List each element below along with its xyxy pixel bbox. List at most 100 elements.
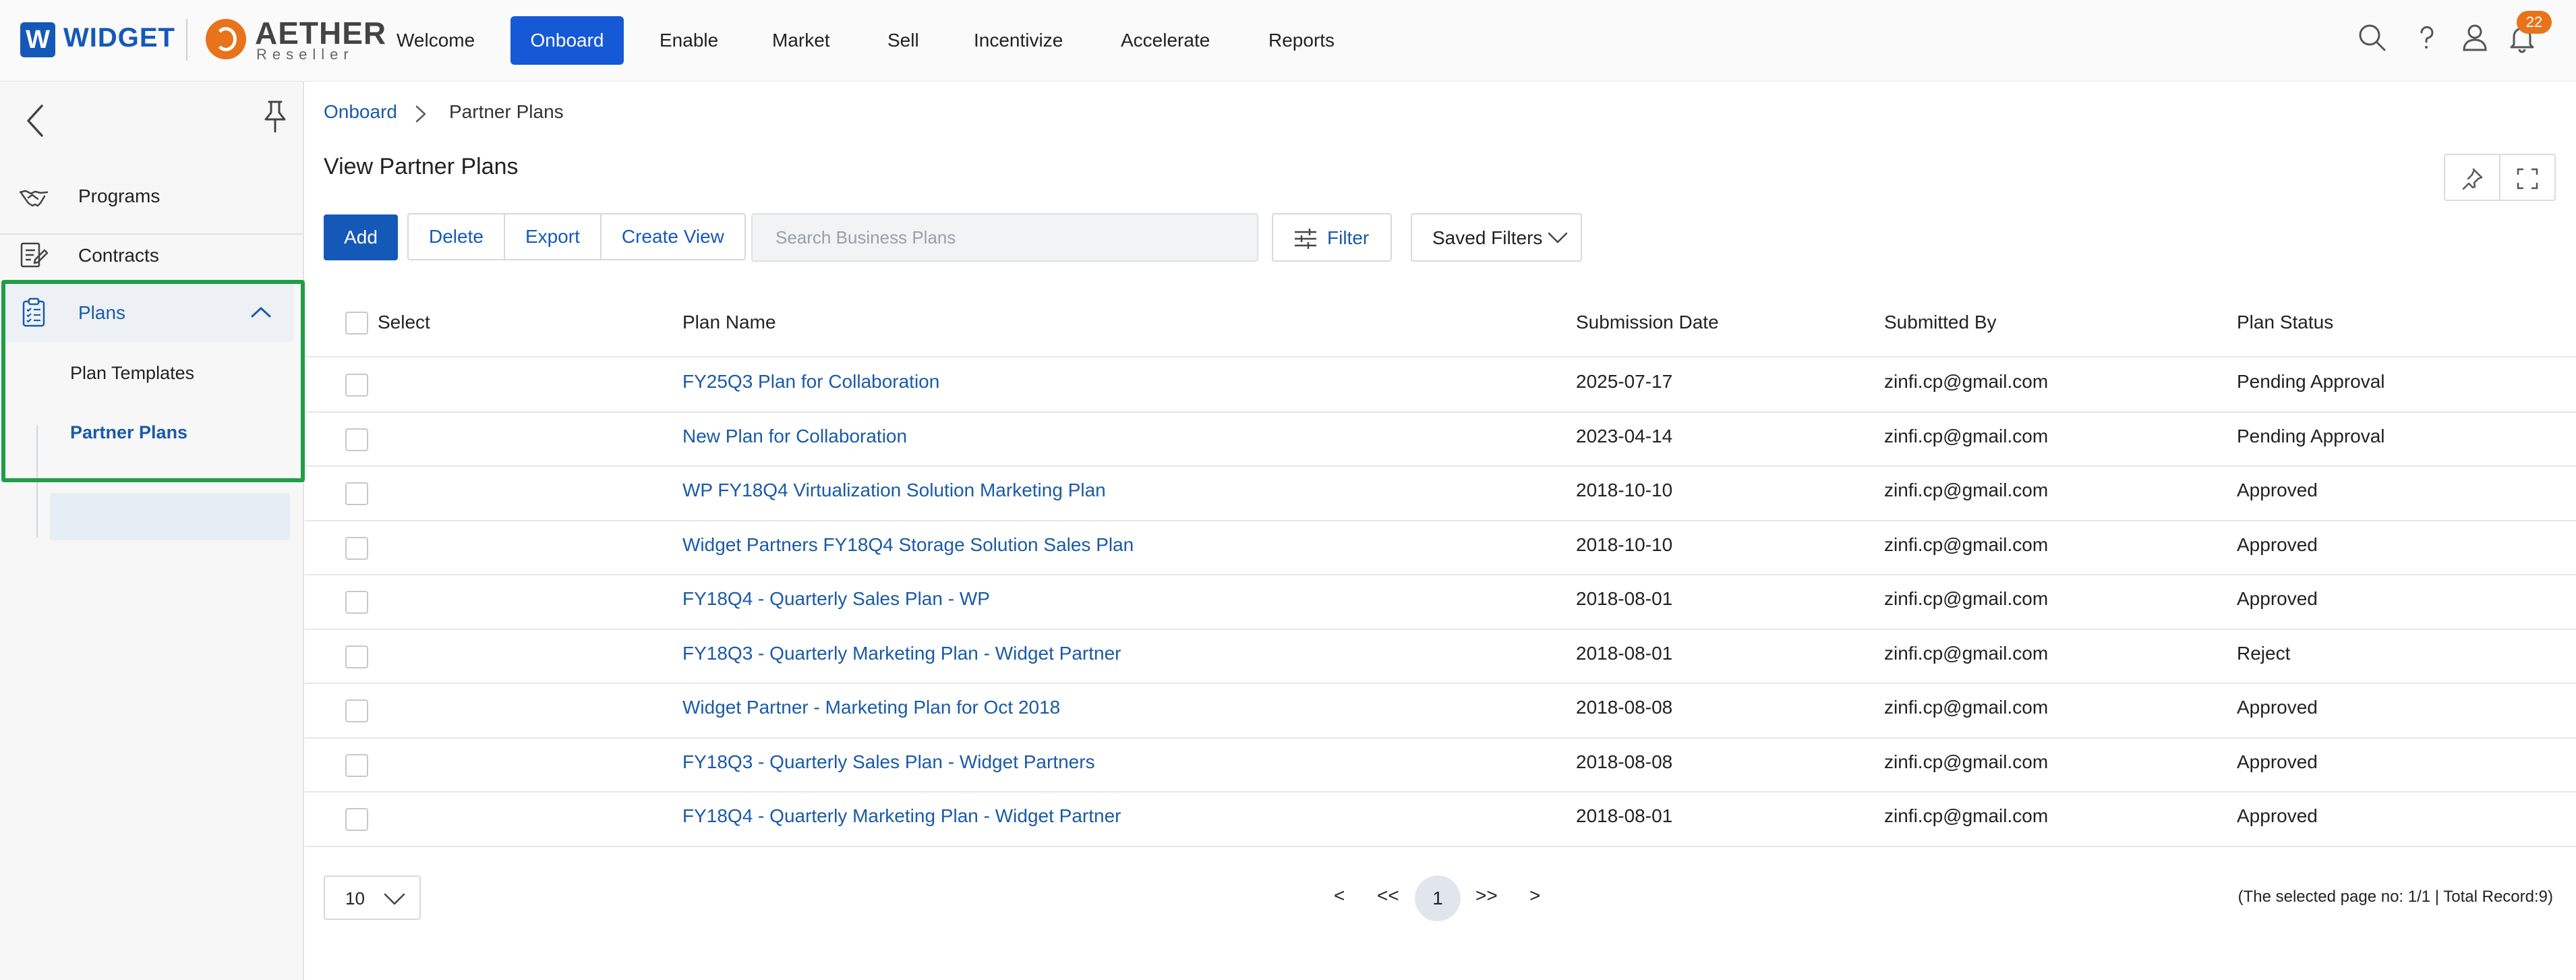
saved-filters-label: Saved Filters bbox=[1432, 227, 1543, 248]
plan-status-cell: Approved bbox=[2237, 697, 2318, 718]
prev-page-button[interactable]: < bbox=[1334, 885, 1345, 906]
submitted-by-cell: zinfi.cp@gmail.com bbox=[1884, 371, 2049, 392]
row-checkbox[interactable] bbox=[345, 645, 368, 668]
row-checkbox[interactable] bbox=[345, 482, 368, 505]
page-number-current[interactable]: 1 bbox=[1415, 875, 1461, 921]
row-checkbox[interactable] bbox=[345, 591, 368, 614]
submitted-by-cell: zinfi.cp@gmail.com bbox=[1884, 426, 2049, 446]
breadcrumb-onboard[interactable]: Onboard bbox=[324, 101, 397, 123]
sidebar: Programs Contracts Plans Plan Templates … bbox=[0, 82, 304, 980]
submission-date-cell: 2018-10-10 bbox=[1576, 534, 1673, 555]
export-button[interactable]: Export bbox=[505, 214, 602, 259]
plan-name-link[interactable]: FY18Q3 - Quarterly Marketing Plan - Widg… bbox=[682, 643, 1121, 664]
nav-onboard[interactable]: Onboard bbox=[510, 16, 624, 65]
nav-incentivize[interactable]: Incentivize bbox=[954, 16, 1083, 65]
page-size-value: 10 bbox=[345, 888, 365, 909]
pin-view-button[interactable] bbox=[2444, 154, 2500, 201]
select-all-checkbox[interactable] bbox=[345, 312, 368, 335]
submission-date-cell: 2018-08-08 bbox=[1576, 751, 1673, 772]
plan-name-link[interactable]: Widget Partner - Marketing Plan for Oct … bbox=[682, 697, 1060, 718]
plan-name-link[interactable]: FY25Q3 Plan for Collaboration bbox=[682, 371, 939, 393]
user-profile-icon[interactable] bbox=[2459, 22, 2491, 54]
delete-button[interactable]: Delete bbox=[409, 214, 505, 259]
nav-welcome[interactable]: Welcome bbox=[376, 16, 495, 65]
table-row bbox=[305, 466, 2576, 521]
next-page-button[interactable]: > bbox=[1529, 885, 1540, 906]
handshake-icon bbox=[19, 190, 49, 207]
submission-date-cell: 2025-07-17 bbox=[1576, 371, 1673, 392]
notification-count-badge: 22 bbox=[2517, 11, 2552, 34]
plan-name-link[interactable]: WP FY18Q4 Virtualization Solution Market… bbox=[682, 480, 1106, 501]
chevron-right-icon bbox=[415, 105, 426, 123]
create-view-button[interactable]: Create View bbox=[602, 214, 744, 259]
plan-status-cell: Approved bbox=[2237, 588, 2318, 609]
row-checkbox[interactable] bbox=[345, 374, 368, 397]
search-input[interactable]: Search Business Plans bbox=[751, 213, 1258, 262]
sidebar-divider bbox=[0, 233, 303, 235]
plan-name-link[interactable]: FY18Q3 - Quarterly Sales Plan - Widget P… bbox=[682, 751, 1095, 773]
nav-accelerate[interactable]: Accelerate bbox=[1101, 16, 1230, 65]
submitted-by-cell: zinfi.cp@gmail.com bbox=[1884, 697, 2049, 718]
table-row bbox=[305, 357, 2576, 412]
pin-icon[interactable] bbox=[260, 99, 290, 134]
action-button-group: Delete Export Create View bbox=[407, 213, 746, 260]
column-header-submitted-by[interactable]: Submitted By bbox=[1884, 312, 1997, 333]
submission-date-cell: 2018-08-08 bbox=[1576, 697, 1673, 718]
submitted-by-cell: zinfi.cp@gmail.com bbox=[1884, 480, 2049, 500]
page-size-select[interactable]: 10 bbox=[324, 875, 421, 920]
column-header-plan-name[interactable]: Plan Name bbox=[682, 312, 776, 333]
first-page-button[interactable]: << bbox=[1377, 885, 1399, 906]
table-row bbox=[305, 792, 2576, 846]
fullscreen-icon bbox=[2517, 168, 2538, 190]
table-row bbox=[305, 521, 2576, 575]
highlight-box bbox=[1, 280, 305, 482]
chevron-down-icon bbox=[384, 893, 405, 905]
row-divider bbox=[305, 846, 2576, 847]
submission-date-cell: 2018-10-10 bbox=[1576, 480, 1673, 500]
column-header-select: Select bbox=[378, 312, 430, 333]
plan-name-link[interactable]: FY18Q4 - Quarterly Marketing Plan - Widg… bbox=[682, 805, 1121, 827]
row-checkbox[interactable] bbox=[345, 428, 368, 451]
filter-button[interactable]: Filter bbox=[1272, 213, 1392, 262]
plan-status-cell: Approved bbox=[2237, 751, 2318, 772]
widget-logo-text: WIDGET bbox=[63, 23, 175, 53]
nav-market[interactable]: Market bbox=[752, 16, 850, 65]
row-checkbox[interactable] bbox=[345, 699, 368, 722]
submission-date-cell: 2018-08-01 bbox=[1576, 588, 1673, 609]
table-row bbox=[305, 738, 2576, 792]
plan-status-cell: Pending Approval bbox=[2237, 371, 2385, 392]
sidebar-item-programs[interactable]: Programs bbox=[78, 185, 160, 207]
widget-logo-icon: W bbox=[20, 22, 55, 57]
logo-divider bbox=[186, 19, 187, 61]
sidebar-item-contracts[interactable]: Contracts bbox=[78, 245, 159, 266]
nav-enable[interactable]: Enable bbox=[639, 16, 738, 65]
plan-name-link[interactable]: New Plan for Collaboration bbox=[682, 426, 907, 447]
aether-logo-title: AETHER bbox=[255, 16, 387, 51]
table-row bbox=[305, 412, 2576, 467]
sidebar-subitem-partner-plans[interactable] bbox=[50, 493, 290, 540]
search-icon[interactable] bbox=[2356, 22, 2389, 54]
submitted-by-cell: zinfi.cp@gmail.com bbox=[1884, 588, 2049, 609]
collapse-sidebar-icon[interactable] bbox=[23, 102, 47, 140]
plan-status-cell: Reject bbox=[2237, 643, 2291, 664]
nav-sell[interactable]: Sell bbox=[867, 16, 939, 65]
submission-date-cell: 2018-08-01 bbox=[1576, 805, 1673, 826]
row-checkbox[interactable] bbox=[345, 754, 368, 777]
row-checkbox[interactable] bbox=[345, 808, 368, 831]
last-page-button[interactable]: >> bbox=[1475, 885, 1498, 906]
column-header-submission-date[interactable]: Submission Date bbox=[1576, 312, 1719, 333]
fullscreen-button[interactable] bbox=[2499, 154, 2556, 201]
table-row bbox=[305, 683, 2576, 738]
plan-status-cell: Pending Approval bbox=[2237, 426, 2385, 446]
nav-reports[interactable]: Reports bbox=[1248, 16, 1355, 65]
page-title: View Partner Plans bbox=[324, 154, 519, 179]
help-icon[interactable] bbox=[2410, 22, 2442, 54]
row-checkbox[interactable] bbox=[345, 537, 368, 560]
plan-status-cell: Approved bbox=[2237, 534, 2318, 555]
plan-name-link[interactable]: FY18Q4 - Quarterly Sales Plan - WP bbox=[682, 588, 990, 610]
plan-name-link[interactable]: Widget Partners FY18Q4 Storage Solution … bbox=[682, 534, 1134, 556]
submitted-by-cell: zinfi.cp@gmail.com bbox=[1884, 643, 2049, 664]
add-button[interactable]: Add bbox=[324, 214, 398, 260]
column-header-plan-status[interactable]: Plan Status bbox=[2237, 312, 2333, 333]
saved-filters-dropdown[interactable]: Saved Filters bbox=[1411, 213, 1582, 262]
